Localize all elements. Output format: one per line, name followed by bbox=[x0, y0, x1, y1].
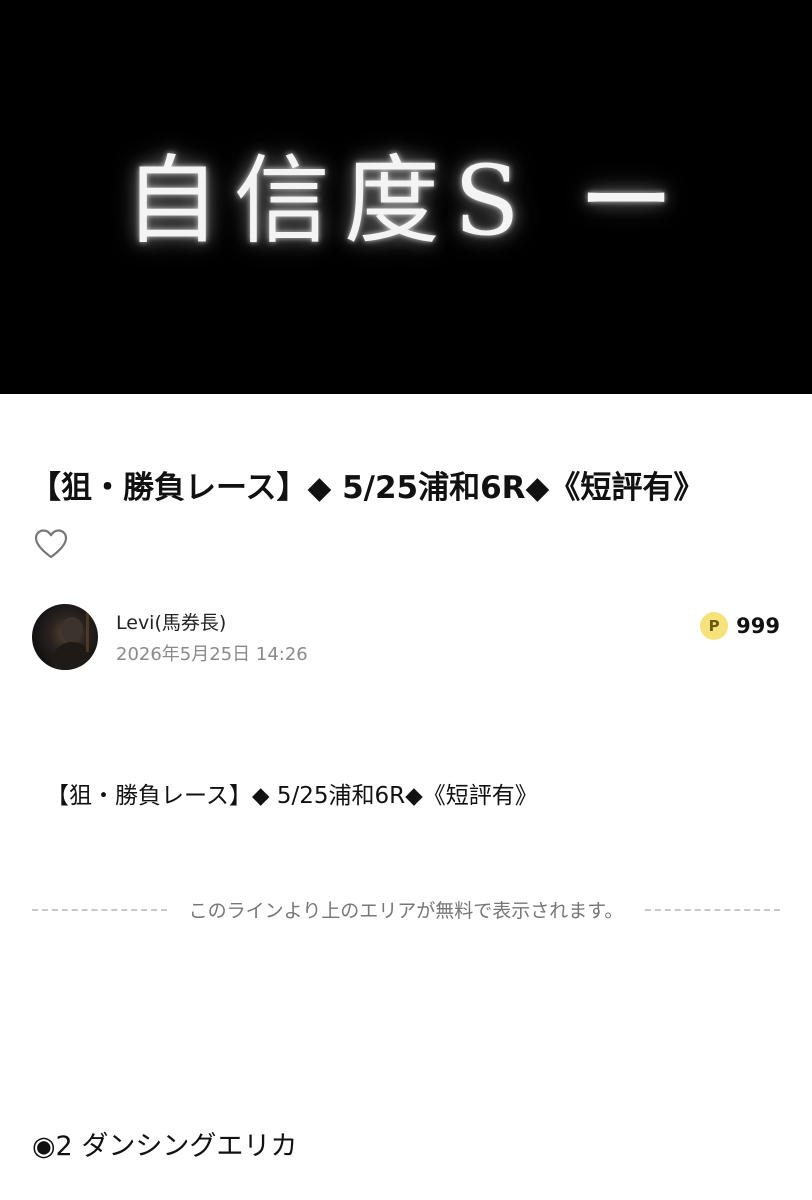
point-count: 999 bbox=[736, 614, 780, 638]
article-title: 【狙・勝負レース】◆ 5/25浦和6R◆《短評有》 bbox=[30, 470, 705, 506]
point-coin-icon: P bbox=[700, 612, 729, 640]
heart-outline-icon bbox=[34, 529, 68, 559]
paywall-dash-right bbox=[645, 908, 781, 911]
paywall-divider: このラインより上のエリアが無料で表示されます。 bbox=[32, 896, 781, 923]
header-image: 自信度S ー bbox=[0, 0, 812, 394]
author-name[interactable]: Levi(馬券長) bbox=[116, 608, 226, 635]
points-display: P 999 bbox=[700, 612, 780, 640]
pick-line: ◉2 ダンシングエリカ bbox=[32, 1131, 298, 1162]
header-image-text: 自信度S ー bbox=[123, 144, 689, 257]
avatar-image bbox=[50, 612, 94, 670]
paywall-notice: このラインより上のエリアが無料で表示されます。 bbox=[188, 900, 624, 922]
paywall-dash-left bbox=[32, 908, 167, 911]
like-button[interactable] bbox=[34, 528, 68, 560]
avatar[interactable] bbox=[32, 604, 98, 670]
post-date: 2026年5月25日 14:26 bbox=[116, 644, 308, 665]
article-body-title: 【狙・勝負レース】◆ 5/25浦和6R◆《短評有》 bbox=[46, 783, 538, 809]
author-row: Levi(馬券長) 2026年5月25日 14:26 P 999 bbox=[32, 604, 780, 672]
